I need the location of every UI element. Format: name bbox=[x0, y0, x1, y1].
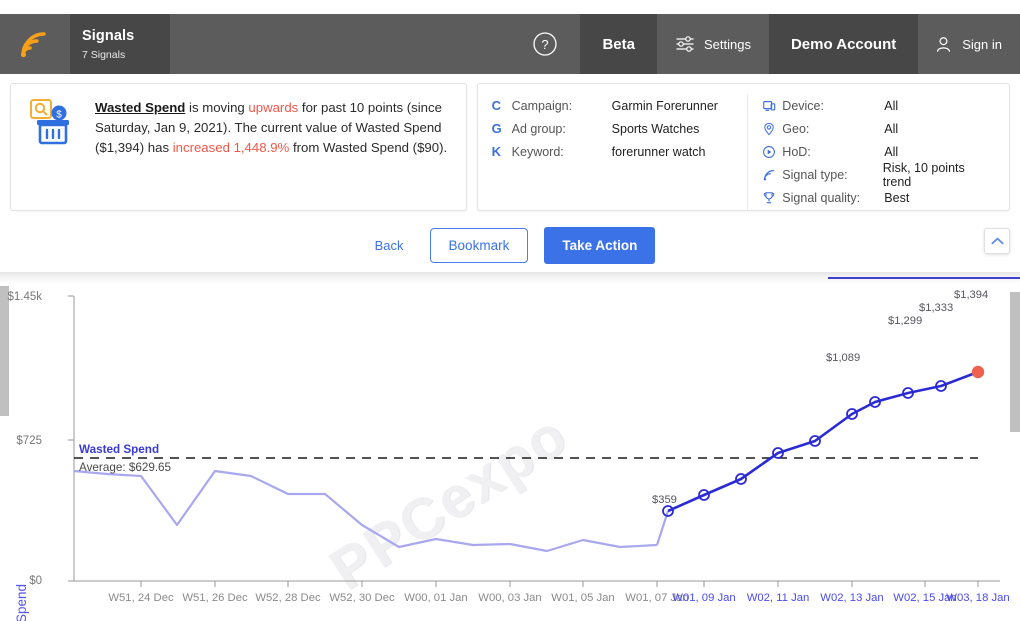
signal-description-card: $ Wasted Spend is moving upwards for pas… bbox=[10, 83, 467, 211]
svg-text:?: ? bbox=[542, 37, 549, 52]
settings-label: Settings bbox=[703, 36, 751, 52]
current-value-point[interactable] bbox=[971, 365, 985, 379]
meta-value: All bbox=[884, 121, 899, 136]
bookmark-button[interactable]: Bookmark bbox=[429, 227, 529, 263]
signal-icon-wrapper: $ bbox=[23, 96, 83, 151]
demo-account-button[interactable]: Demo Account bbox=[768, 14, 919, 74]
app-logo[interactable] bbox=[0, 14, 70, 74]
signal-type-icon bbox=[762, 168, 782, 182]
meta-label: Ad group: bbox=[511, 121, 566, 136]
geo-pin-icon bbox=[762, 122, 782, 136]
change-percent: increased 1,448.9% bbox=[172, 140, 290, 156]
meta-value: Best bbox=[884, 190, 910, 205]
average-value-text: Average: $629.65 bbox=[79, 461, 172, 474]
point-label: $1,333 bbox=[919, 302, 954, 314]
svg-text:$: $ bbox=[56, 110, 62, 121]
trophy-icon bbox=[762, 191, 782, 205]
rss-signal-icon bbox=[20, 32, 46, 58]
settings-button[interactable]: Settings bbox=[657, 14, 769, 74]
signals-title-block[interactable]: Signals 7 Signals bbox=[70, 14, 170, 74]
point-label: $1,299 bbox=[888, 315, 923, 327]
point-label: $1,089 bbox=[826, 352, 861, 364]
meta-column-signal: Device: All Geo: All HoD: All Signal typ… bbox=[748, 94, 1009, 210]
take-action-button[interactable]: Take Action bbox=[544, 226, 656, 264]
adgroup-g-icon: G bbox=[491, 121, 502, 136]
back-button[interactable]: Back bbox=[365, 232, 414, 259]
sign-in-label: Sign in bbox=[962, 36, 1002, 52]
beta-label: Beta bbox=[602, 35, 635, 53]
app-title: Signals bbox=[82, 28, 135, 45]
average-line-value: Average: $629.65 bbox=[79, 461, 171, 474]
average-series-name: Wasted Spend bbox=[79, 443, 160, 456]
meta-label: Signal quality: bbox=[782, 190, 861, 205]
meta-value: Garmin Forerunner bbox=[611, 98, 718, 113]
user-icon bbox=[937, 36, 951, 52]
meta-row: G Ad group: Sports Watches bbox=[492, 117, 734, 140]
clock-icon bbox=[762, 145, 782, 159]
meta-label: HoD: bbox=[782, 144, 811, 159]
meta-label: Geo: bbox=[782, 121, 810, 136]
keyword-k-icon: K bbox=[491, 144, 502, 159]
device-icon bbox=[762, 99, 782, 113]
beta-button[interactable]: Beta bbox=[580, 14, 657, 74]
meta-value: Sports Watches bbox=[611, 121, 700, 136]
signal-meta-card: C Campaign: Garmin Forerunner G Ad group… bbox=[476, 83, 1010, 211]
series-trend-line bbox=[667, 370, 979, 513]
average-line-name: Wasted Spend bbox=[79, 443, 159, 456]
meta-value: forerunner watch bbox=[611, 144, 706, 159]
meta-row: Signal quality: Best bbox=[762, 186, 995, 209]
meta-value: All bbox=[884, 98, 899, 113]
signal-detail-page: Signals 7 Signals ? Beta Settings Demo A… bbox=[0, 0, 1020, 621]
chevron-up-icon bbox=[990, 237, 1004, 245]
signal-description-text: Wasted Spend is moving upwards for past … bbox=[95, 96, 452, 198]
wasted-spend-chart: PPCexpo Wasted Spend $1.45k $725 $0 bbox=[0, 272, 1020, 621]
desc-seg-6: from Wasted Spend ($90). bbox=[289, 140, 448, 156]
meta-value: All bbox=[884, 144, 899, 159]
meta-value: Risk, 10 points trend bbox=[882, 160, 965, 189]
help-button[interactable]: ? bbox=[510, 14, 580, 74]
meta-column-targeting: C Campaign: Garmin Forerunner G Ad group… bbox=[478, 94, 749, 210]
x-tick-label: W03, 18 Jan bbox=[946, 592, 1010, 604]
sign-in-button[interactable]: Sign in bbox=[918, 14, 1020, 74]
collapse-panel-button[interactable] bbox=[984, 228, 1010, 254]
point-label: $359 bbox=[652, 494, 677, 506]
series-past-line bbox=[73, 469, 658, 553]
meta-label: Device: bbox=[782, 98, 824, 113]
meta-label: Campaign: bbox=[511, 98, 573, 113]
rss-dot bbox=[20, 51, 27, 58]
meta-row: C Campaign: Garmin Forerunner bbox=[492, 94, 734, 117]
meta-row: Signal type: Risk, 10 points trend bbox=[762, 160, 995, 189]
x-tick-marks bbox=[140, 581, 979, 587]
point-label: $1,394 bbox=[954, 289, 989, 301]
meta-label: Keyword: bbox=[511, 144, 564, 159]
desc-seg-2: is moving bbox=[185, 100, 249, 115]
wasted-spend-trash-search-icon: $ bbox=[30, 99, 69, 145]
meta-label: Signal type: bbox=[782, 167, 848, 182]
direction-word: upwards bbox=[248, 100, 299, 115]
campaign-c-icon: C bbox=[491, 98, 502, 113]
meta-row: Geo: All bbox=[762, 117, 995, 140]
demo-account-label: Demo Account bbox=[790, 35, 897, 53]
question-circle-icon: ? bbox=[533, 32, 558, 56]
signals-count: 7 Signals bbox=[82, 48, 126, 61]
action-button-row: Back Bookmark Take Action bbox=[0, 218, 1020, 272]
top-navigation-bar: Signals 7 Signals ? Beta Settings Demo A… bbox=[0, 14, 1020, 74]
meta-row: Device: All bbox=[762, 94, 995, 117]
meta-row: K Keyword: forerunner watch bbox=[492, 140, 734, 163]
sliders-icon bbox=[676, 36, 694, 52]
metric-link[interactable]: Wasted Spend bbox=[95, 100, 185, 115]
